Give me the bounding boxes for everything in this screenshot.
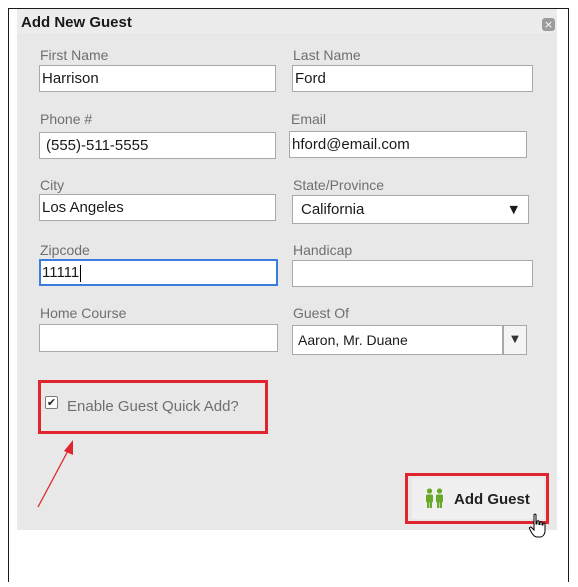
zipcode-field[interactable]: 11111 [39, 259, 278, 286]
phone-field[interactable]: (555)-511-5555 [39, 132, 276, 159]
guest-of-label: Guest Of [293, 305, 350, 321]
city-field[interactable]: Los Angeles [39, 194, 276, 221]
state-select[interactable]: California ▼ [292, 195, 529, 224]
first-name-label: First Name [40, 47, 109, 63]
text-caret [80, 264, 82, 282]
handicap-label: Handicap [293, 242, 353, 258]
hand-cursor-icon [528, 513, 546, 538]
email-field[interactable]: hford@email.com [289, 131, 527, 158]
dialog-titlebar: Add New Guest × [17, 9, 557, 33]
handicap-field[interactable] [292, 260, 533, 287]
zipcode-label: Zipcode [40, 242, 90, 258]
state-label: State/Province [293, 177, 385, 193]
phone-label: Phone # [40, 111, 93, 127]
city-label: City [40, 177, 65, 193]
state-selected-value: California [301, 201, 365, 218]
quick-add-highlight [38, 380, 268, 434]
add-guest-dialog: Add New Guest × First Name Harrison Last… [17, 9, 557, 530]
zipcode-value: 11111 [42, 264, 80, 281]
email-label: Email [291, 111, 327, 127]
first-name-field[interactable]: Harrison [39, 65, 276, 92]
chevron-down-icon: ▼ [509, 203, 518, 216]
home-course-field[interactable] [39, 324, 278, 352]
home-course-label: Home Course [40, 305, 127, 321]
guest-of-dropdown-button[interactable]: ▼ [503, 325, 527, 355]
chevron-down-icon: ▼ [511, 334, 519, 345]
guest-of-input[interactable]: Aaron, Mr. Duane [292, 325, 503, 355]
last-name-label: Last Name [293, 47, 361, 63]
close-icon[interactable]: × [542, 18, 555, 31]
dialog-title: Add New Guest [21, 14, 132, 31]
last-name-field[interactable]: Ford [292, 65, 533, 92]
phone-value: (555)-511-5555 [46, 137, 149, 154]
